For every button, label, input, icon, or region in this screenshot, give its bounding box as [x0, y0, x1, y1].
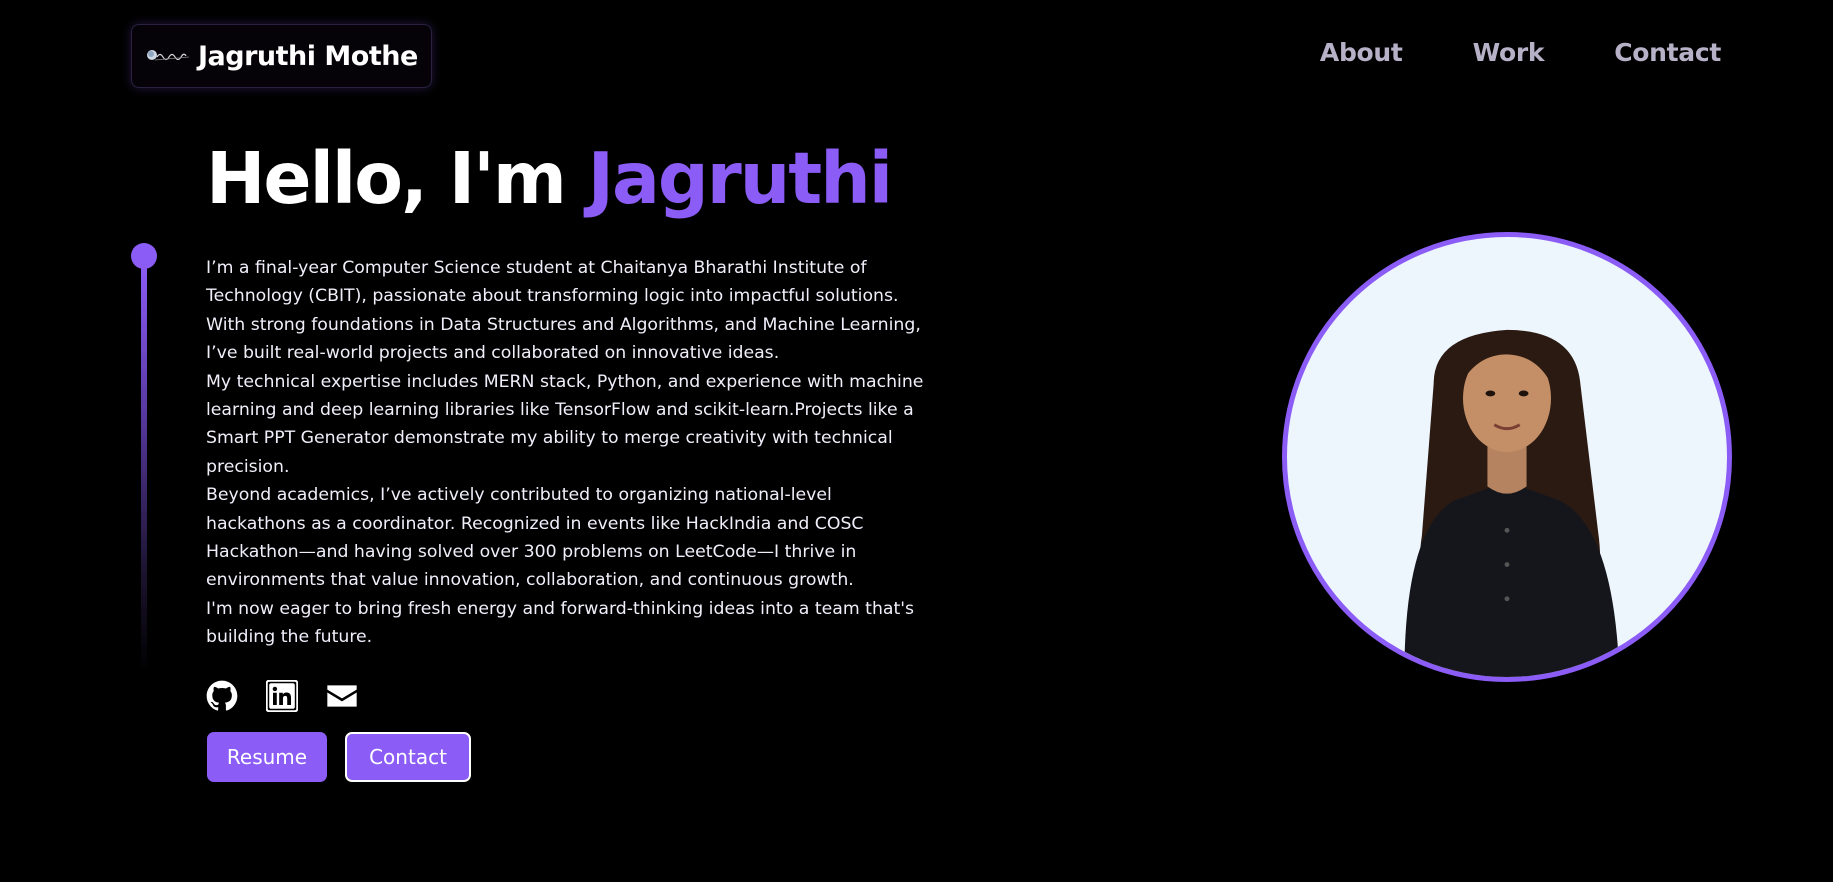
github-icon[interactable] — [206, 680, 238, 712]
portfolio-page: Jagruthi Mothe About Work Contact Hello,… — [0, 0, 1833, 882]
hero-name: Jagruthi — [587, 137, 894, 220]
hero-greeting: Hello, I'm — [206, 137, 588, 220]
bio-paragraph: My technical expertise includes MERN sta… — [206, 371, 924, 477]
signature-logo-icon — [144, 44, 190, 68]
contact-button[interactable]: Contact — [345, 732, 471, 782]
social-links — [206, 680, 358, 712]
brand-name: Jagruthi Mothe — [198, 40, 418, 72]
nav-about-link[interactable]: About — [1320, 38, 1403, 67]
resume-button[interactable]: Resume — [207, 732, 327, 782]
hero-bio: I’m a final-year Computer Science studen… — [206, 254, 936, 652]
mail-icon[interactable] — [326, 680, 358, 712]
nav-contact-link[interactable]: Contact — [1614, 38, 1721, 67]
hero-heading: Hello, I'm Jagruthi — [206, 141, 893, 217]
bio-paragraph: I’m a final-year Computer Science studen… — [206, 258, 921, 364]
timeline-line — [141, 262, 147, 672]
bio-paragraph: Beyond academics, I’ve actively contribu… — [206, 485, 864, 591]
main-nav: About Work Contact — [1320, 38, 1721, 67]
profile-photo — [1282, 232, 1732, 682]
brand-home-link[interactable]: Jagruthi Mothe — [131, 24, 432, 88]
nav-work-link[interactable]: Work — [1473, 38, 1545, 67]
profile-portrait-image — [1404, 329, 1620, 677]
bio-paragraph: I'm now eager to bring fresh energy and … — [206, 598, 915, 648]
linkedin-icon[interactable] — [266, 680, 298, 712]
